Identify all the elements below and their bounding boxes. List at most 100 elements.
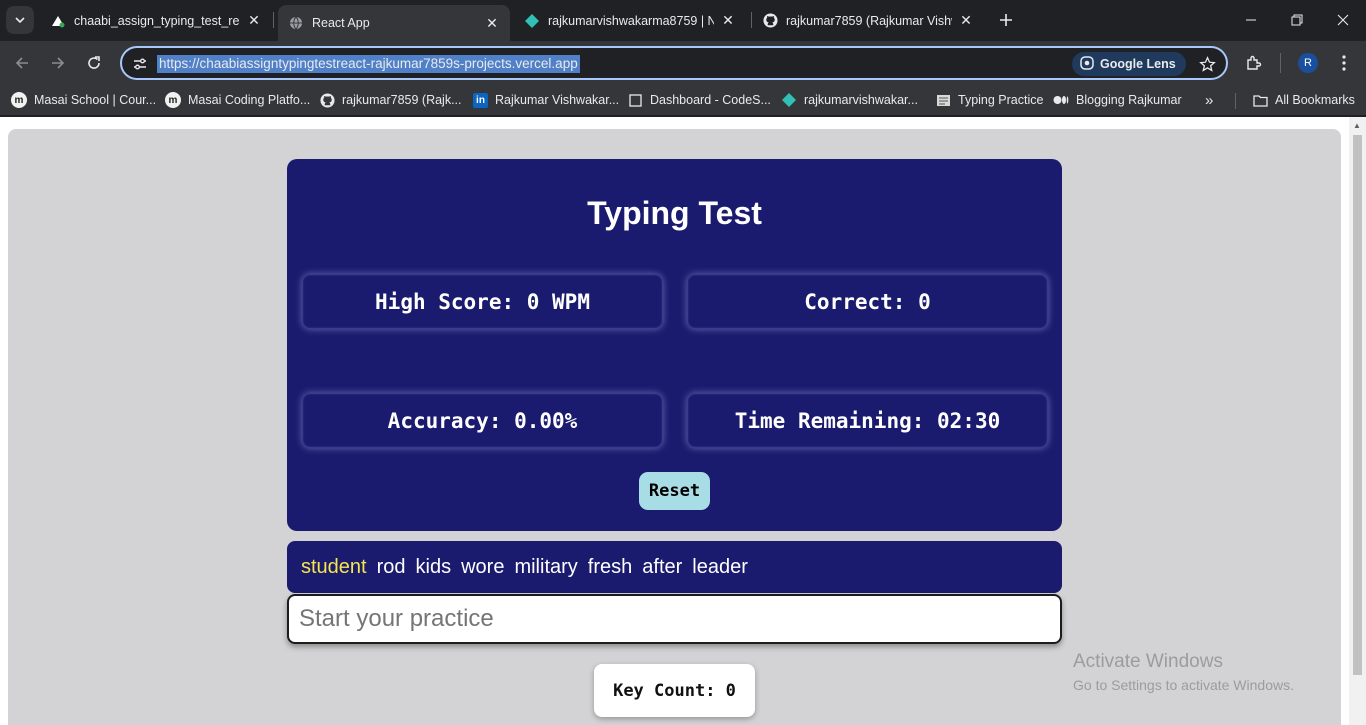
- reload-icon: [88, 56, 100, 69]
- all-bookmarks-button[interactable]: All Bookmarks: [1252, 91, 1355, 109]
- word: wore: [461, 555, 505, 578]
- reload-button[interactable]: [80, 49, 108, 77]
- google-lens-button[interactable]: Google Lens: [1072, 52, 1186, 76]
- word: after: [642, 555, 683, 578]
- arrow-right-icon: [52, 57, 65, 69]
- word: kids: [415, 555, 452, 578]
- vercel-icon: [50, 13, 66, 29]
- netlify-icon: [781, 92, 797, 108]
- bookmark-item[interactable]: rajkumarvishwakar...: [781, 91, 918, 109]
- close-icon[interactable]: ✕: [720, 12, 736, 29]
- tab-2[interactable]: rajkumarvishwakarma8759 | Net ✕: [514, 5, 746, 36]
- menu-button[interactable]: [1330, 49, 1358, 77]
- toolbar-divider: [1280, 53, 1281, 73]
- page-title: Typing Test: [587, 195, 762, 231]
- bookmark-label: rajkumarvishwakar...: [804, 93, 918, 107]
- activate-windows-watermark: Activate Windows Go to Settings to activ…: [1073, 651, 1294, 693]
- more-vert-icon: [1342, 55, 1346, 71]
- page-scrollbar[interactable]: ▲: [1349, 117, 1366, 725]
- bookmark-star-icon[interactable]: [1196, 53, 1218, 75]
- close-window-button[interactable]: [1320, 0, 1366, 40]
- minimize-button[interactable]: [1228, 0, 1274, 40]
- lens-label: Google Lens: [1100, 57, 1176, 71]
- bookmark-item[interactable]: in Rajkumar Vishwakar...: [473, 91, 619, 109]
- all-bookmarks-label: All Bookmarks: [1275, 93, 1355, 107]
- chevron-down-icon: [15, 17, 25, 24]
- word: rod: [376, 555, 406, 578]
- bookmark-label: Typing Practice: [958, 93, 1044, 107]
- watermark-title: Activate Windows: [1073, 651, 1223, 672]
- extensions-button[interactable]: [1240, 49, 1268, 77]
- word: leader: [692, 555, 748, 578]
- tab-title: chaabi_assign_typing_test_react: [74, 13, 240, 28]
- forward-button[interactable]: [44, 49, 72, 77]
- word-current: student: [301, 555, 367, 578]
- bookmarks-bar: m Masai School | Cour... m Masai Coding …: [0, 85, 1366, 116]
- masai-icon: m: [165, 92, 181, 108]
- puzzle-icon: [1247, 55, 1262, 70]
- practice-input[interactable]: [287, 594, 1062, 644]
- url-text[interactable]: https://chaabiassigntypingtestreact-rajk…: [157, 55, 580, 73]
- close-icon[interactable]: ✕: [484, 15, 500, 31]
- tab-1[interactable]: React App ✕: [278, 5, 510, 41]
- time-remaining-card: Time Remaining: 02:30: [687, 393, 1048, 448]
- word: fresh: [587, 555, 633, 578]
- bookmark-label: Dashboard - CodeS...: [650, 93, 771, 107]
- netlify-icon: [524, 13, 540, 29]
- site-info-icon[interactable]: [130, 54, 150, 74]
- close-icon: [1337, 14, 1349, 26]
- close-icon[interactable]: ✕: [958, 12, 974, 29]
- page-viewport: Typing Test High Score: 0 WPM Correct: 0…: [0, 117, 1366, 725]
- bookmark-label: Blogging Rajkumar: [1076, 93, 1182, 107]
- medium-icon: [1053, 92, 1069, 108]
- page-icon: [627, 92, 643, 108]
- high-score-card: High Score: 0 WPM: [302, 274, 663, 329]
- folder-icon: [1252, 92, 1268, 108]
- tab-title: React App: [312, 16, 370, 30]
- scrollbar-thumb[interactable]: [1353, 135, 1362, 675]
- bookmark-item[interactable]: rajkumar7859 (Rajk...: [319, 91, 462, 109]
- lens-icon: [1080, 55, 1094, 73]
- watermark-subtitle: Go to Settings to activate Windows.: [1073, 677, 1294, 693]
- new-tab-button[interactable]: [994, 8, 1018, 32]
- bookmark-item[interactable]: m Masai School | Cour...: [11, 91, 156, 109]
- minimize-icon: [1246, 19, 1256, 21]
- bookmark-label: Masai Coding Platfo...: [188, 93, 311, 107]
- scroll-up-arrow-icon[interactable]: ▲: [1353, 121, 1361, 130]
- back-button[interactable]: [8, 49, 36, 77]
- typing-icon: [935, 92, 951, 108]
- correct-card: Correct: 0: [687, 274, 1048, 329]
- tab-3[interactable]: rajkumar7859 (Rajkumar Vishwa ✕: [752, 5, 984, 36]
- tab-title: rajkumar7859 (Rajkumar Vishwa: [786, 13, 952, 28]
- restore-button[interactable]: [1274, 0, 1320, 40]
- globe-icon: [288, 15, 304, 31]
- tab-separator: [273, 12, 274, 28]
- tab-search-button[interactable]: [6, 6, 34, 34]
- accuracy-card: Accuracy: 0.00%: [302, 393, 663, 448]
- github-icon: [762, 13, 778, 29]
- words-display: student rod kids wore military fresh aft…: [287, 541, 1062, 593]
- key-count-card: Key Count: 0: [594, 664, 755, 717]
- close-icon[interactable]: ✕: [246, 12, 262, 29]
- typing-test-panel: Typing Test High Score: 0 WPM Correct: 0…: [287, 159, 1062, 531]
- bookmark-item[interactable]: Typing Practice: [935, 91, 1043, 109]
- tab-0[interactable]: chaabi_assign_typing_test_react ✕: [40, 5, 272, 36]
- address-bar[interactable]: https://chaabiassigntypingtestreact-rajk…: [120, 46, 1228, 80]
- linkedin-icon: in: [473, 92, 488, 108]
- profile-avatar[interactable]: R: [1298, 53, 1318, 73]
- github-icon: [319, 92, 335, 108]
- browser-toolbar: https://chaabiassigntypingtestreact-rajk…: [0, 41, 1366, 85]
- bookmark-item[interactable]: Blogging Rajkumar: [1053, 91, 1182, 109]
- bookmark-label: Masai School | Cour...: [34, 93, 157, 107]
- bookmark-item[interactable]: Dashboard - CodeS...: [627, 91, 771, 109]
- tab-title: rajkumarvishwakarma8759 | Net: [548, 13, 714, 28]
- tab-strip: chaabi_assign_typing_test_react ✕ React …: [0, 0, 1366, 41]
- plus-icon: [1000, 14, 1012, 26]
- bookmarks-divider: [1235, 93, 1236, 109]
- bookmarks-overflow-button[interactable]: »: [1205, 91, 1213, 109]
- word: military: [514, 555, 578, 578]
- masai-icon: m: [11, 92, 27, 108]
- restore-icon: [1291, 14, 1303, 26]
- reset-button[interactable]: Reset: [639, 472, 710, 510]
- bookmark-item[interactable]: m Masai Coding Platfo...: [165, 91, 310, 109]
